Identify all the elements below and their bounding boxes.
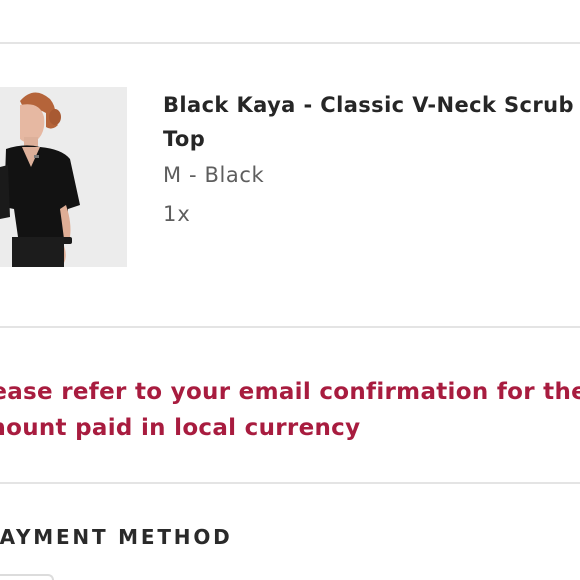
payment-card-edge xyxy=(0,574,54,580)
item-divider xyxy=(0,326,580,328)
product-quantity: 1x xyxy=(163,202,191,226)
product-name[interactable]: Black Kaya - Classic V-Neck Scrub Top xyxy=(163,88,580,156)
currency-notice: Please refer to your email confirmation … xyxy=(0,379,580,441)
product-variant: M - Black xyxy=(163,163,265,187)
order-summary-page: Black Kaya - Classic V-Neck Scrub Top M … xyxy=(0,0,580,580)
top-divider xyxy=(0,42,580,44)
notice-divider xyxy=(0,482,580,484)
model-illustration xyxy=(0,87,127,267)
product-image xyxy=(0,87,127,267)
payment-method-heading: PAYMENT METHOD xyxy=(0,525,233,549)
